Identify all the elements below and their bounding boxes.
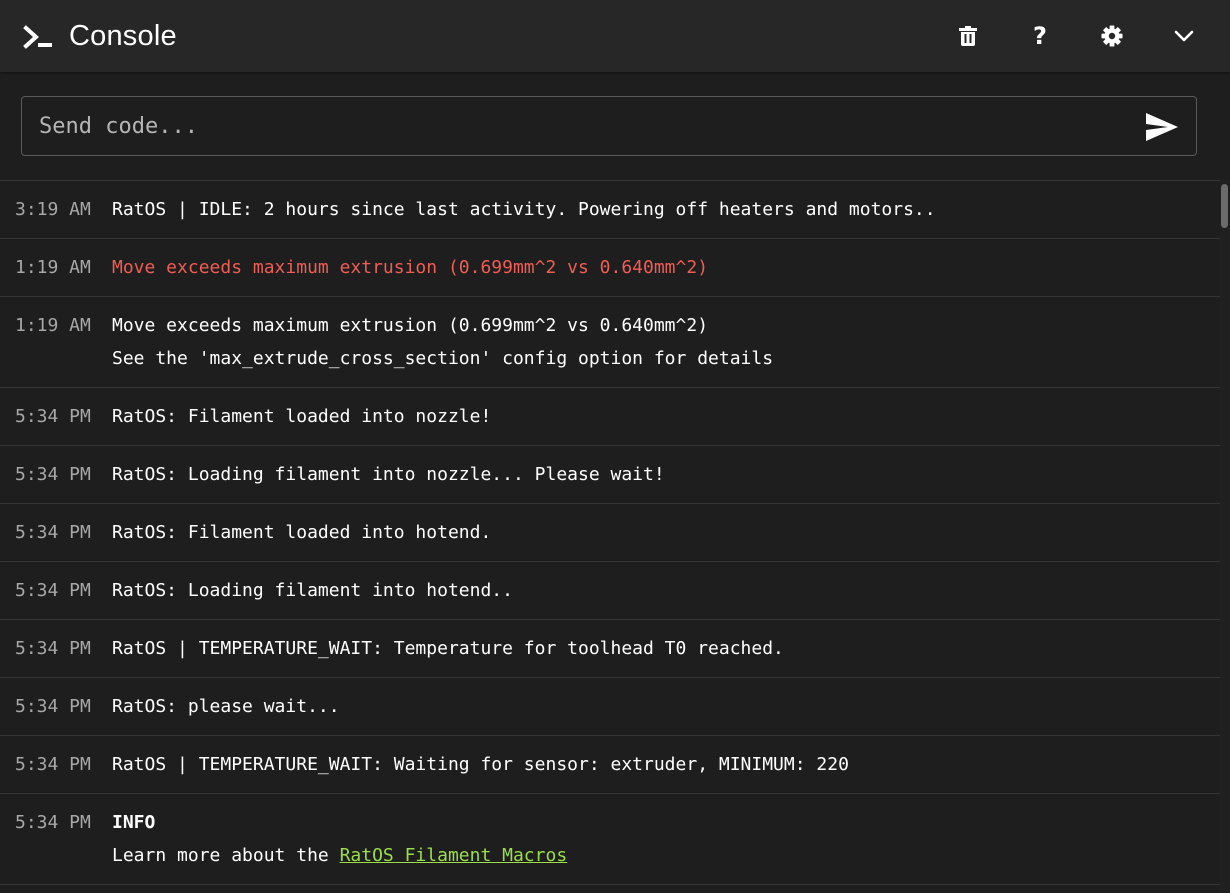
log-row: 5:34 PM RatOS: please wait... xyxy=(0,678,1220,736)
collapse-button[interactable] xyxy=(1162,14,1206,58)
log-message: Move exceeds maximum extrusion (0.699mm^… xyxy=(112,315,709,336)
log-message: RatOS: Filament loaded into hotend. xyxy=(112,522,492,543)
log-timestamp: 3:19 AM xyxy=(15,199,91,220)
log-row: 5:34 PM RatOS: Filament loaded into hote… xyxy=(0,504,1220,562)
log-message-detail: See the 'max_extrude_cross_section' conf… xyxy=(112,348,774,369)
log-timestamp: 5:34 PM xyxy=(15,638,91,659)
console-log[interactable]: 3:19 AM RatOS | IDLE: 2 hours since last… xyxy=(0,180,1220,893)
settings-button[interactable] xyxy=(1090,14,1134,58)
scrollbar-thumb[interactable] xyxy=(1221,184,1228,228)
log-row-error: 1:19 AM Move exceeds maximum extrusion (… xyxy=(0,239,1220,297)
log-message-error: Move exceeds maximum extrusion (0.699mm^… xyxy=(112,257,709,278)
help-icon: ? xyxy=(1033,22,1047,50)
console-prompt-icon xyxy=(23,25,52,49)
log-row: 5:34 PM RatOS | TEMPERATURE_WAIT: Waitin… xyxy=(0,736,1220,794)
gear-icon xyxy=(1101,25,1123,47)
log-row: 3:19 AM RatOS | IDLE: 2 hours since last… xyxy=(0,181,1220,239)
log-timestamp: 5:34 PM xyxy=(15,812,91,833)
log-timestamp: 5:34 PM xyxy=(15,464,91,485)
log-timestamp: 5:34 PM xyxy=(15,522,91,543)
send-button[interactable] xyxy=(1142,107,1182,147)
log-row: 5:34 PM RatOS: Filament loaded into nozz… xyxy=(0,388,1220,446)
chevron-down-icon xyxy=(1174,30,1194,42)
log-row: 5:34 PM RatOS | TEMPERATURE_WAIT: Temper… xyxy=(0,620,1220,678)
log-timestamp: 5:34 PM xyxy=(15,580,91,601)
log-message-detail: Learn more about the RatOS Filament Macr… xyxy=(112,844,567,868)
send-code-field xyxy=(21,96,1197,156)
log-timestamp: 1:19 AM xyxy=(15,257,91,278)
log-timestamp: 1:19 AM xyxy=(15,315,91,336)
log-message: RatOS | TEMPERATURE_WAIT: Waiting for se… xyxy=(112,754,849,775)
log-message: RatOS: Filament loaded into nozzle! xyxy=(112,406,492,427)
log-message: RatOS: please wait... xyxy=(112,696,340,717)
log-message-heading: INFO xyxy=(112,812,156,833)
page-title: Console xyxy=(69,20,177,52)
ratos-filament-macros-link[interactable]: RatOS Filament Macros xyxy=(340,845,568,866)
send-code-input[interactable] xyxy=(22,97,1132,155)
log-row: 5:34 PM INFO Learn more about the RatOS … xyxy=(0,794,1220,885)
log-message: RatOS: Loading filament into hotend.. xyxy=(112,580,513,601)
log-timestamp: 5:34 PM xyxy=(15,754,91,775)
log-row: 5:34 PM RatOS: Loading filament into hot… xyxy=(0,562,1220,620)
clear-console-button[interactable] xyxy=(946,14,990,58)
log-message-text: Learn more about the xyxy=(112,845,340,866)
console-header: Console ? xyxy=(0,0,1230,72)
console-panel: Console ? Send code... 3:19 AM RatOS | I… xyxy=(0,0,1230,893)
scrollbar-track[interactable] xyxy=(1220,180,1230,893)
log-message: RatOS | IDLE: 2 hours since last activit… xyxy=(112,199,936,220)
send-icon xyxy=(1146,113,1178,141)
trash-icon xyxy=(959,26,977,46)
help-button[interactable]: ? xyxy=(1018,14,1062,58)
log-timestamp: 5:34 PM xyxy=(15,406,91,427)
log-row: 5:34 PM RatOS: Loading filament into noz… xyxy=(0,446,1220,504)
log-timestamp: 5:34 PM xyxy=(15,696,91,717)
log-message: RatOS | TEMPERATURE_WAIT: Temperature fo… xyxy=(112,638,784,659)
log-row: 1:19 AM Move exceeds maximum extrusion (… xyxy=(0,297,1220,388)
log-message: RatOS: Loading filament into nozzle... P… xyxy=(112,464,665,485)
